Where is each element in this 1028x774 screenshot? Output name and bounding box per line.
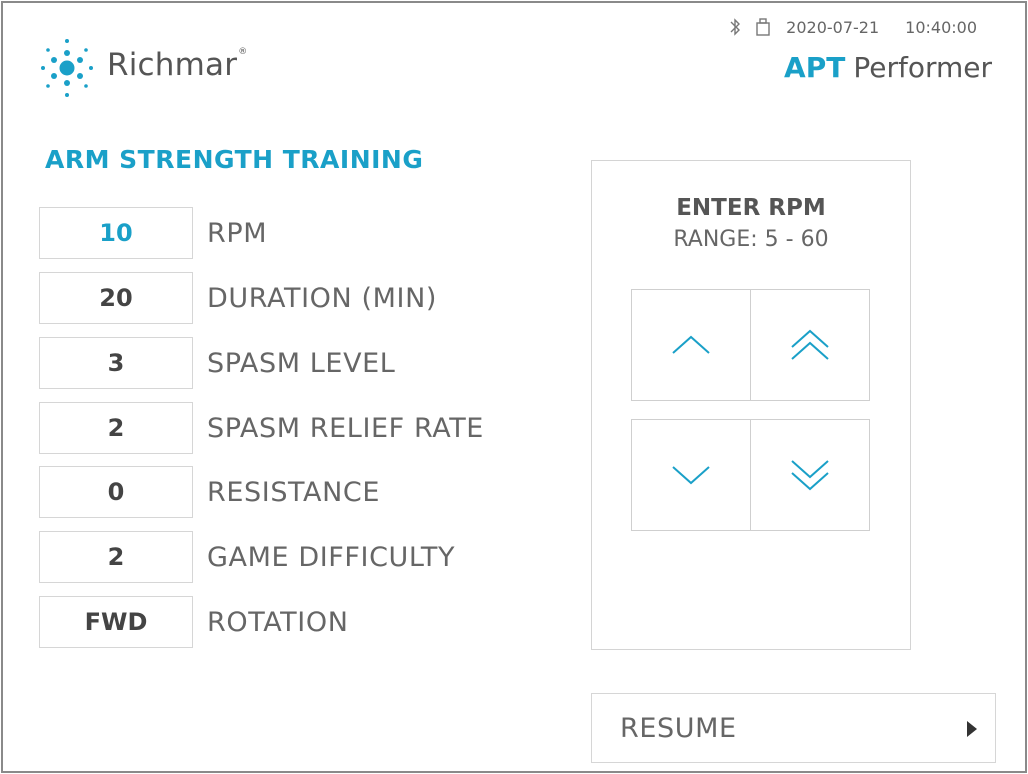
- double-chevron-down-icon: [791, 460, 829, 491]
- decrement-button[interactable]: [631, 419, 751, 531]
- chevron-up-icon: [672, 335, 710, 354]
- resume-button[interactable]: RESUME: [591, 693, 996, 763]
- fast-increment-button[interactable]: [750, 289, 870, 401]
- product-prefix: APT: [784, 51, 846, 84]
- device-screen: Richmar® 2020-07-21 10:40:00 APT Performe…: [1, 1, 1027, 773]
- param-value[interactable]: FWD: [39, 596, 193, 648]
- param-spasm-level[interactable]: 3 SPASM LEVEL: [39, 337, 559, 391]
- param-label: RPM: [207, 218, 268, 249]
- param-label: SPASM RELIEF RATE: [207, 413, 484, 444]
- param-rotation[interactable]: FWD ROTATION: [39, 596, 559, 650]
- rpm-panel-title: ENTER RPM: [676, 195, 826, 221]
- bluetooth-icon: [730, 18, 741, 36]
- fast-decrement-button[interactable]: [750, 419, 870, 531]
- param-value[interactable]: 2: [39, 402, 193, 454]
- param-label: ROTATION: [207, 607, 349, 638]
- param-value[interactable]: 3: [39, 337, 193, 389]
- usb-icon: [756, 18, 770, 36]
- status-time: 10:40:00: [905, 17, 977, 37]
- param-value[interactable]: 0: [39, 466, 193, 518]
- param-duration[interactable]: 20 DURATION (MIN): [39, 272, 559, 326]
- play-triangle-icon: [967, 721, 977, 737]
- program-title: ARM STRENGTH TRAINING: [45, 145, 424, 174]
- param-label: RESISTANCE: [207, 477, 381, 508]
- chevron-down-icon: [672, 466, 710, 485]
- rpm-range-label: RANGE: 5 - 60: [673, 227, 829, 252]
- status-date: 2020-07-21: [786, 17, 880, 37]
- param-value[interactable]: 20: [39, 272, 193, 324]
- param-label: DURATION (MIN): [207, 283, 438, 314]
- param-label: SPASM LEVEL: [207, 348, 396, 379]
- param-spasm-relief-rate[interactable]: 2 SPASM RELIEF RATE: [39, 402, 559, 456]
- param-label: GAME DIFFICULTY: [207, 542, 456, 573]
- double-chevron-up-icon: [791, 329, 829, 360]
- param-value[interactable]: 2: [39, 531, 193, 583]
- rpm-entry-panel: ENTER RPM RANGE: 5 - 60: [591, 160, 911, 650]
- increment-button[interactable]: [631, 289, 751, 401]
- richmar-logo-icon: [41, 39, 93, 97]
- brand-name: Richmar®: [107, 47, 248, 83]
- param-rpm[interactable]: 10 RPM: [39, 207, 559, 261]
- resume-label: RESUME: [620, 713, 737, 744]
- param-game-difficulty[interactable]: 2 GAME DIFFICULTY: [39, 531, 559, 585]
- status-bar: 2020-07-21 10:40:00: [728, 17, 977, 37]
- product-name: APT Performer: [784, 51, 992, 84]
- param-value[interactable]: 10: [39, 207, 193, 259]
- product-suffix: Performer: [853, 51, 992, 84]
- param-resistance[interactable]: 0 RESISTANCE: [39, 466, 559, 520]
